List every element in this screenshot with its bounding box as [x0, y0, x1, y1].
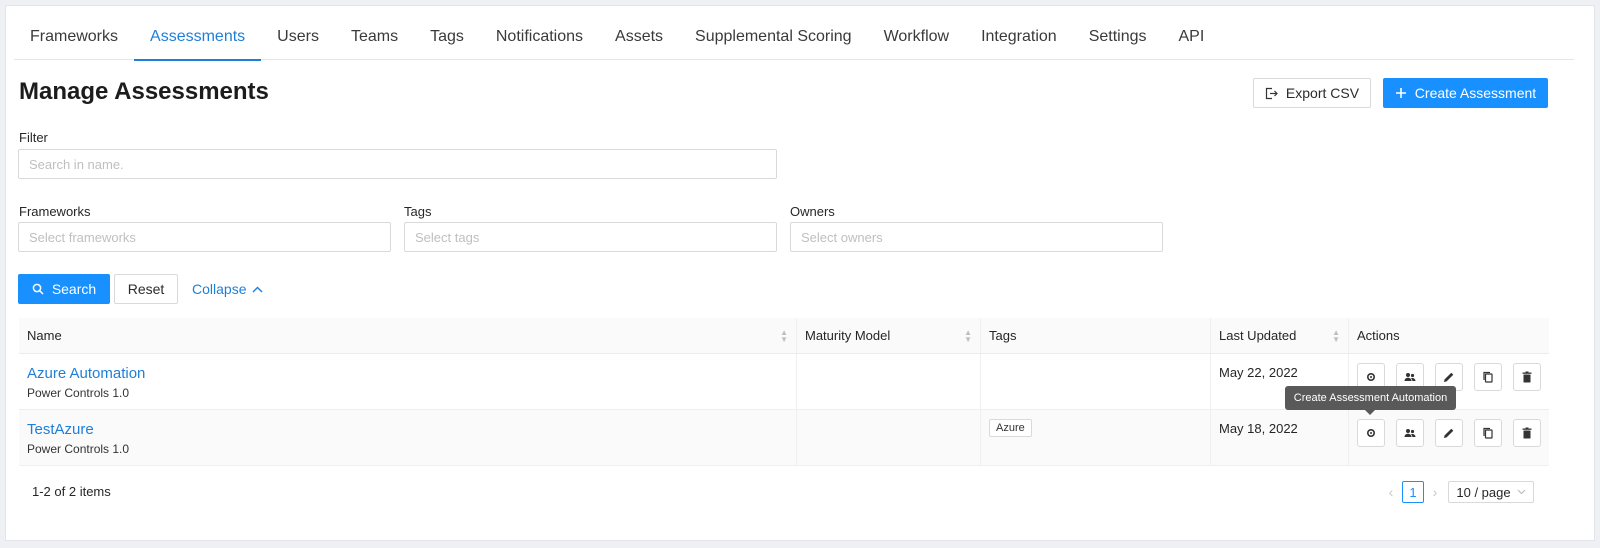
- team-icon: [1404, 429, 1416, 437]
- tab-workflow[interactable]: Workflow: [868, 18, 966, 60]
- last-updated-date: May 18, 2022: [1219, 421, 1298, 436]
- trash-icon: [1522, 427, 1532, 439]
- tag-badge: Azure: [989, 419, 1032, 437]
- column-last-updated[interactable]: Last Updated ▲ ▼: [1211, 318, 1349, 353]
- owners-label: Owners: [790, 204, 835, 219]
- cell-tags: Azure: [981, 410, 1211, 465]
- tab-users[interactable]: Users: [261, 18, 335, 60]
- top-nav: Frameworks Assessments Users Teams Tags …: [14, 18, 1574, 61]
- team-button[interactable]: [1396, 419, 1424, 447]
- reset-button-label: Reset: [127, 281, 165, 297]
- chevron-up-icon: [252, 286, 263, 292]
- page-number-button[interactable]: 1: [1402, 481, 1424, 503]
- export-icon: [1265, 87, 1278, 99]
- prev-page-icon[interactable]: ‹: [1384, 481, 1398, 503]
- column-updated-label: Last Updated: [1219, 328, 1297, 343]
- cell-maturity: [797, 410, 981, 465]
- column-name-label: Name: [27, 328, 62, 343]
- column-actions: Actions: [1349, 318, 1549, 353]
- owners-select[interactable]: [790, 222, 1163, 252]
- search-icon: [32, 283, 44, 295]
- column-tags-label: Tags: [989, 328, 1017, 343]
- tab-api[interactable]: API: [1163, 18, 1221, 60]
- sort-icon: ▲ ▼: [1332, 328, 1340, 344]
- collapse-link[interactable]: Collapse: [192, 281, 263, 297]
- filter-label: Filter: [19, 130, 48, 145]
- trash-icon: [1522, 371, 1532, 383]
- duplicate-button[interactable]: [1474, 363, 1502, 391]
- search-button[interactable]: Search: [18, 274, 110, 304]
- column-maturity-label: Maturity Model: [805, 328, 891, 343]
- page-title: Manage Assessments: [19, 78, 269, 105]
- tab-integration[interactable]: Integration: [965, 18, 1073, 60]
- tab-assessments[interactable]: Assessments: [134, 18, 262, 61]
- automation-button[interactable]: [1357, 419, 1385, 447]
- cell-updated: May 18, 2022: [1211, 410, 1349, 465]
- frameworks-select[interactable]: [18, 222, 391, 252]
- export-csv-button[interactable]: Export CSV: [1253, 78, 1371, 108]
- assessment-name-link[interactable]: Azure Automation: [27, 365, 788, 382]
- edit-button[interactable]: [1435, 419, 1463, 447]
- cell-tags: [981, 354, 1211, 409]
- reset-button[interactable]: Reset: [114, 274, 178, 304]
- sort-icon: ▲ ▼: [780, 328, 788, 344]
- tags-select[interactable]: [404, 222, 777, 252]
- tab-assets[interactable]: Assets: [599, 18, 679, 60]
- create-assessment-button[interactable]: Create Assessment: [1383, 78, 1548, 108]
- plus-icon: [1395, 88, 1406, 98]
- cell-name: Azure Automation Power Controls 1.0: [19, 354, 797, 409]
- column-actions-label: Actions: [1357, 328, 1400, 343]
- delete-button[interactable]: [1513, 363, 1541, 391]
- items-summary: 1-2 of 2 items: [32, 484, 111, 499]
- assessment-framework: Power Controls 1.0: [27, 442, 130, 456]
- tab-frameworks[interactable]: Frameworks: [14, 18, 134, 60]
- copy-icon: [1483, 427, 1493, 439]
- delete-button[interactable]: [1513, 419, 1541, 447]
- last-updated-date: May 22, 2022: [1219, 365, 1298, 380]
- tab-teams[interactable]: Teams: [335, 18, 414, 60]
- sort-icon: ▲ ▼: [964, 328, 972, 344]
- pencil-icon: [1444, 428, 1454, 438]
- frameworks-label: Frameworks: [19, 204, 91, 219]
- tags-label: Tags: [404, 204, 432, 219]
- page-size-select[interactable]: 10 / page: [1448, 481, 1534, 503]
- tab-settings[interactable]: Settings: [1073, 18, 1163, 60]
- chevron-down-icon: [1517, 489, 1526, 495]
- cell-maturity: [797, 354, 981, 409]
- column-tags: Tags: [981, 318, 1211, 353]
- tab-notifications[interactable]: Notifications: [480, 18, 599, 60]
- search-button-label: Search: [51, 281, 97, 297]
- table-header: Name ▲ ▼ Maturity Model ▲ ▼ Tags Last Upda…: [19, 318, 1549, 354]
- cell-name: TestAzure Power Controls 1.0: [19, 410, 797, 465]
- automation-icon: [1366, 372, 1376, 382]
- tab-supplemental-scoring[interactable]: Supplemental Scoring: [679, 18, 868, 60]
- create-assessment-label: Create Assessment: [1414, 85, 1537, 101]
- column-maturity-model[interactable]: Maturity Model ▲ ▼: [797, 318, 981, 353]
- search-input[interactable]: [18, 149, 777, 179]
- assessment-name-link[interactable]: TestAzure: [27, 421, 788, 438]
- duplicate-button[interactable]: [1474, 419, 1502, 447]
- page-size-label: 10 / page: [1456, 484, 1511, 500]
- automation-tooltip: Create Assessment Automation: [1285, 386, 1456, 415]
- collapse-label: Collapse: [192, 281, 247, 297]
- automation-icon: [1366, 428, 1376, 438]
- assessment-framework: Power Controls 1.0: [27, 386, 130, 400]
- export-csv-label: Export CSV: [1285, 85, 1360, 101]
- next-page-icon[interactable]: ›: [1428, 481, 1442, 503]
- table-row: TestAzure Power Controls 1.0 Azure May 1…: [19, 410, 1549, 466]
- team-icon: [1404, 373, 1416, 381]
- tab-tags[interactable]: Tags: [414, 18, 480, 60]
- copy-icon: [1483, 371, 1493, 383]
- cell-actions: [1349, 410, 1549, 465]
- pencil-icon: [1444, 372, 1454, 382]
- column-name[interactable]: Name ▲ ▼: [19, 318, 797, 353]
